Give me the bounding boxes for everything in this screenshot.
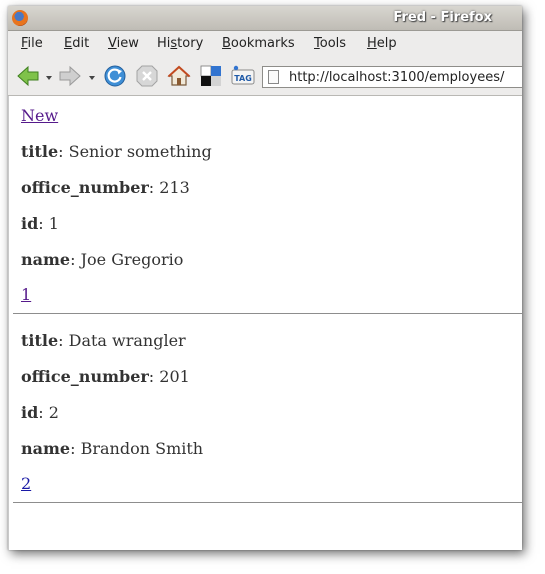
back-icon[interactable] (16, 64, 40, 88)
field-label: office_number (21, 367, 149, 386)
field-label: office_number (21, 178, 149, 197)
field-value: Brandon Smith (80, 439, 204, 458)
menu-bookmarks[interactable]: Bookmarks (222, 36, 295, 51)
url-text[interactable]: http://localhost:3100/employees/ (289, 70, 504, 85)
window-title: Fred - Firefox (393, 10, 492, 25)
field-value: Senior something (68, 142, 212, 161)
menu-edit[interactable]: Edit (64, 36, 89, 51)
employee-office-row: office_number: 201 (21, 367, 190, 386)
tag-icon[interactable]: TAG (231, 64, 255, 88)
employee-id-row: id: 1 (21, 214, 59, 233)
stop-icon[interactable] (135, 64, 159, 88)
menu-view[interactable]: View (108, 36, 139, 51)
divider (13, 502, 522, 503)
field-label: id (21, 403, 39, 422)
employee-title-row: title: Senior something (21, 142, 212, 161)
field-label: title (21, 142, 59, 161)
field-label: name (21, 250, 71, 269)
employee-office-row: office_number: 213 (21, 178, 190, 197)
page-content: New title: Senior something office_numbe… (8, 96, 522, 550)
employee-detail-link[interactable]: 1 (21, 285, 31, 305)
employee-name-row: name: Brandon Smith (21, 439, 204, 458)
reload-icon[interactable] (103, 64, 127, 88)
menu-bar: File Edit View History Bookmarks Tools H… (8, 31, 522, 55)
home-icon[interactable] (167, 64, 191, 88)
address-bar[interactable]: http://localhost:3100/employees/ (262, 66, 522, 88)
field-value: Joe Gregorio (80, 250, 184, 269)
divider (13, 313, 522, 314)
menu-history[interactable]: History (157, 36, 203, 51)
field-label: title (21, 331, 59, 350)
page-icon (268, 70, 279, 84)
title-bar: Fred - Firefox (8, 6, 522, 31)
delicious-icon[interactable] (199, 64, 223, 88)
browser-window: Fred - Firefox File Edit View History Bo… (8, 6, 522, 550)
field-value: 1 (48, 214, 59, 233)
field-label: name (21, 439, 71, 458)
menu-help[interactable]: Help (367, 36, 397, 51)
field-value: 201 (159, 367, 190, 386)
back-history-dropdown-icon[interactable] (46, 76, 52, 80)
employee-id-row: id: 2 (21, 403, 59, 422)
employee-title-row: title: Data wrangler (21, 331, 186, 350)
menu-file[interactable]: File (21, 36, 43, 51)
field-value: Data wrangler (68, 331, 186, 350)
new-employee-link[interactable]: New (21, 106, 58, 126)
firefox-logo-icon[interactable] (12, 10, 28, 26)
forward-history-dropdown-icon[interactable] (89, 76, 95, 80)
forward-icon[interactable] (58, 64, 82, 88)
field-value: 213 (159, 178, 190, 197)
menu-tools[interactable]: Tools (314, 36, 346, 51)
employee-detail-link[interactable]: 2 (21, 474, 31, 494)
field-value: 2 (48, 403, 59, 422)
svg-text:TAG: TAG (234, 74, 252, 83)
navigation-toolbar: TAG http://localhost:3100/employees/ (8, 55, 522, 96)
field-label: id (21, 214, 39, 233)
employee-name-row: name: Joe Gregorio (21, 250, 184, 269)
